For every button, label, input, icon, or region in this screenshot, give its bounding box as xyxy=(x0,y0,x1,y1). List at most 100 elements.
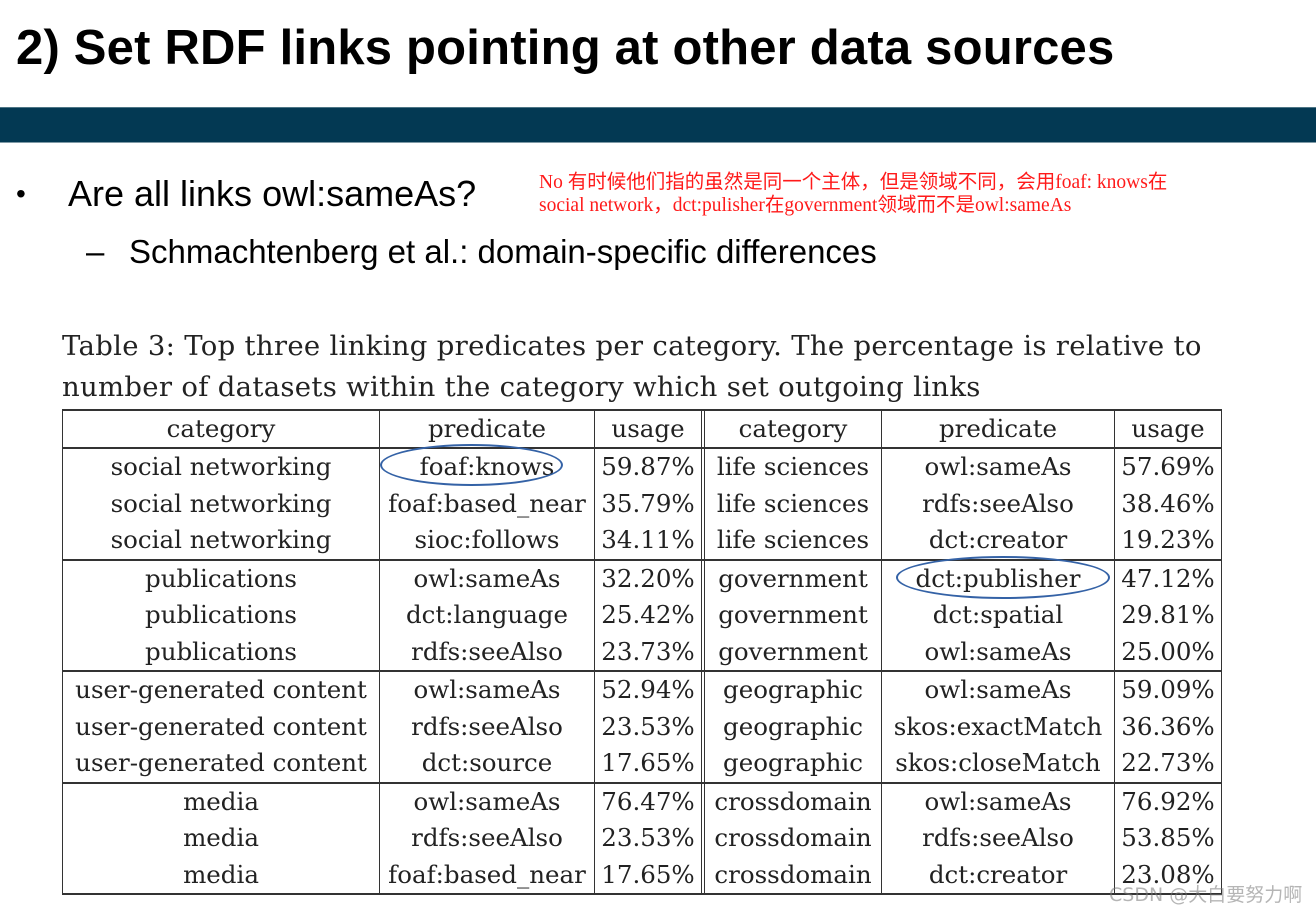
cell-usage-right: 36.36% xyxy=(1114,708,1222,745)
cell-predicate-right: dct:creator xyxy=(881,856,1115,895)
caption-line-2: number of datasets within the category w… xyxy=(62,371,981,403)
cell-predicate-right: dct:spatial xyxy=(881,597,1115,634)
cell-usage-left: 23.53% xyxy=(594,708,702,745)
cell-category-right: crossdomain xyxy=(704,856,882,895)
cell-usage-left: 32.20% xyxy=(594,559,702,597)
table-row: user-generated content dct:source 17.65% ge… xyxy=(62,745,1222,784)
cell-category-left: social networking xyxy=(62,522,380,561)
cell-predicate-left: foaf:based_near xyxy=(379,856,595,895)
cell-predicate-left: dct:language xyxy=(379,597,595,634)
table-row: publications rdfs:seeAlso 23.73% government… xyxy=(62,633,1222,672)
table-row: media foaf:based_near 17.65% crossdomain dct… xyxy=(62,856,1222,895)
annotation-line-1: No 有时候他们指的虽然是同一个主体，但是领域不同，会用foaf: knows在 xyxy=(539,172,1168,193)
cell-predicate-left: rdfs:seeAlso xyxy=(379,820,595,857)
cell-category-left: publications xyxy=(62,597,380,634)
cell-predicate-left: foaf:based_near xyxy=(379,485,595,522)
cell-category-left: media xyxy=(62,856,380,895)
cell-usage-left: 25.42% xyxy=(594,597,702,634)
table-row: user-generated content rdfs:seeAlso 23.53%… xyxy=(62,708,1222,745)
cell-category-right: government xyxy=(704,559,882,597)
red-annotation: No 有时候他们指的虽然是同一个主体，但是领域不同，会用foaf: knows在… xyxy=(539,171,1167,217)
cell-category-left: user-generated content xyxy=(62,708,380,745)
cell-usage-right: 47.12% xyxy=(1114,559,1222,597)
cell-category-right: geographic xyxy=(704,708,882,745)
cell-category-left: user-generated content xyxy=(62,671,380,709)
table-caption: Table 3: Top three linking predicates pe… xyxy=(62,326,1202,408)
annotation-line-2: social network，dct:pulisher在government领域… xyxy=(539,195,1072,216)
header-category-right: category xyxy=(704,409,882,449)
cell-category-right: crossdomain xyxy=(704,820,882,857)
cell-usage-right: 38.46% xyxy=(1114,485,1222,522)
header-band xyxy=(0,107,1316,143)
table-row: media owl:sameAs 76.47% crossdomain owl:same… xyxy=(62,782,1222,820)
table-row: publications dct:language 25.42% government… xyxy=(62,597,1222,634)
header-usage-left: usage xyxy=(594,409,702,449)
highlight-ellipse-dct-publisher xyxy=(896,556,1110,599)
cell-predicate-right: owl:sameAs xyxy=(881,671,1115,709)
cell-predicate-left: owl:sameAs xyxy=(379,782,595,820)
cell-predicate-left: owl:sameAs xyxy=(379,671,595,709)
cell-usage-left: 17.65% xyxy=(594,745,702,784)
cell-predicate-left: rdfs:seeAlso xyxy=(379,708,595,745)
linking-predicates-table: category predicate usage category predic… xyxy=(62,409,1222,895)
cell-category-left: social networking xyxy=(62,485,380,522)
cell-predicate-right: dct:creator xyxy=(881,522,1115,561)
table-row: social networking foaf:knows 59.87% life sc… xyxy=(62,448,1222,486)
highlight-ellipse-foaf-knows xyxy=(380,444,563,486)
header-usage-right: usage xyxy=(1114,409,1222,449)
cell-predicate-right: skos:exactMatch xyxy=(881,708,1115,745)
cell-predicate-right: skos:closeMatch xyxy=(881,745,1115,784)
table-header-row: category predicate usage category predic… xyxy=(62,409,1222,449)
cell-usage-left: 35.79% xyxy=(594,485,702,522)
cell-predicate-right: owl:sameAs xyxy=(881,448,1115,486)
cell-category-left: user-generated content xyxy=(62,745,380,784)
cell-usage-left: 23.73% xyxy=(594,633,702,672)
cell-usage-right: 53.85% xyxy=(1114,820,1222,857)
cell-usage-left: 76.47% xyxy=(594,782,702,820)
header-predicate-right: predicate xyxy=(881,409,1115,449)
bullet-text: Are all links owl:sameAs? xyxy=(68,173,477,214)
cell-predicate-left: dct:source xyxy=(379,745,595,784)
cell-category-right: life sciences xyxy=(704,522,882,561)
cell-category-left: media xyxy=(62,820,380,857)
cell-category-right: geographic xyxy=(704,745,882,784)
cell-usage-left: 59.87% xyxy=(594,448,702,486)
cell-category-left: media xyxy=(62,782,380,820)
cell-usage-right: 25.00% xyxy=(1114,633,1222,672)
cell-usage-left: 52.94% xyxy=(594,671,702,709)
cell-usage-right: 76.92% xyxy=(1114,782,1222,820)
cell-predicate-left: sioc:follows xyxy=(379,522,595,561)
header-category-left: category xyxy=(62,409,380,449)
cell-usage-right: 19.23% xyxy=(1114,522,1222,561)
cell-category-left: publications xyxy=(62,633,380,672)
table-row: media rdfs:seeAlso 23.53% crossdomain rdfs:s… xyxy=(62,820,1222,857)
cell-usage-left: 34.11% xyxy=(594,522,702,561)
cell-predicate-left: rdfs:seeAlso xyxy=(379,633,595,672)
cell-category-right: government xyxy=(704,597,882,634)
sub-bullet-text: Schmachtenberg et al.: domain-specific d… xyxy=(129,233,877,270)
cell-predicate-right: rdfs:seeAlso xyxy=(881,820,1115,857)
table-row: user-generated content owl:sameAs 52.94% ge… xyxy=(62,671,1222,709)
header-predicate-left: predicate xyxy=(379,409,595,449)
cell-usage-right: 59.09% xyxy=(1114,671,1222,709)
cell-category-right: crossdomain xyxy=(704,782,882,820)
cell-category-right: geographic xyxy=(704,671,882,709)
table-body: social networking foaf:knows 59.87% life sc… xyxy=(62,448,1222,895)
cell-category-right: life sciences xyxy=(704,448,882,486)
cell-category-left: publications xyxy=(62,559,380,597)
cell-predicate-right: owl:sameAs xyxy=(881,782,1115,820)
table-row: social networking sioc:follows 34.11% life … xyxy=(62,522,1222,561)
table-row: social networking foaf:based_near 35.79% li… xyxy=(62,485,1222,522)
cell-category-right: life sciences xyxy=(704,485,882,522)
watermark: CSDN @大白要努力啊 xyxy=(1109,884,1303,906)
cell-usage-left: 23.53% xyxy=(594,820,702,857)
caption-line-1: Table 3: Top three linking predicates pe… xyxy=(62,330,1202,362)
bullet-marker: • xyxy=(16,178,26,209)
cell-category-left: social networking xyxy=(62,448,380,486)
cell-usage-right: 29.81% xyxy=(1114,597,1222,634)
cell-predicate-right: owl:sameAs xyxy=(881,633,1115,672)
cell-predicate-right: rdfs:seeAlso xyxy=(881,485,1115,522)
cell-usage-right: 22.73% xyxy=(1114,745,1222,784)
sub-bullet-marker: – xyxy=(86,233,105,270)
cell-category-right: government xyxy=(704,633,882,672)
